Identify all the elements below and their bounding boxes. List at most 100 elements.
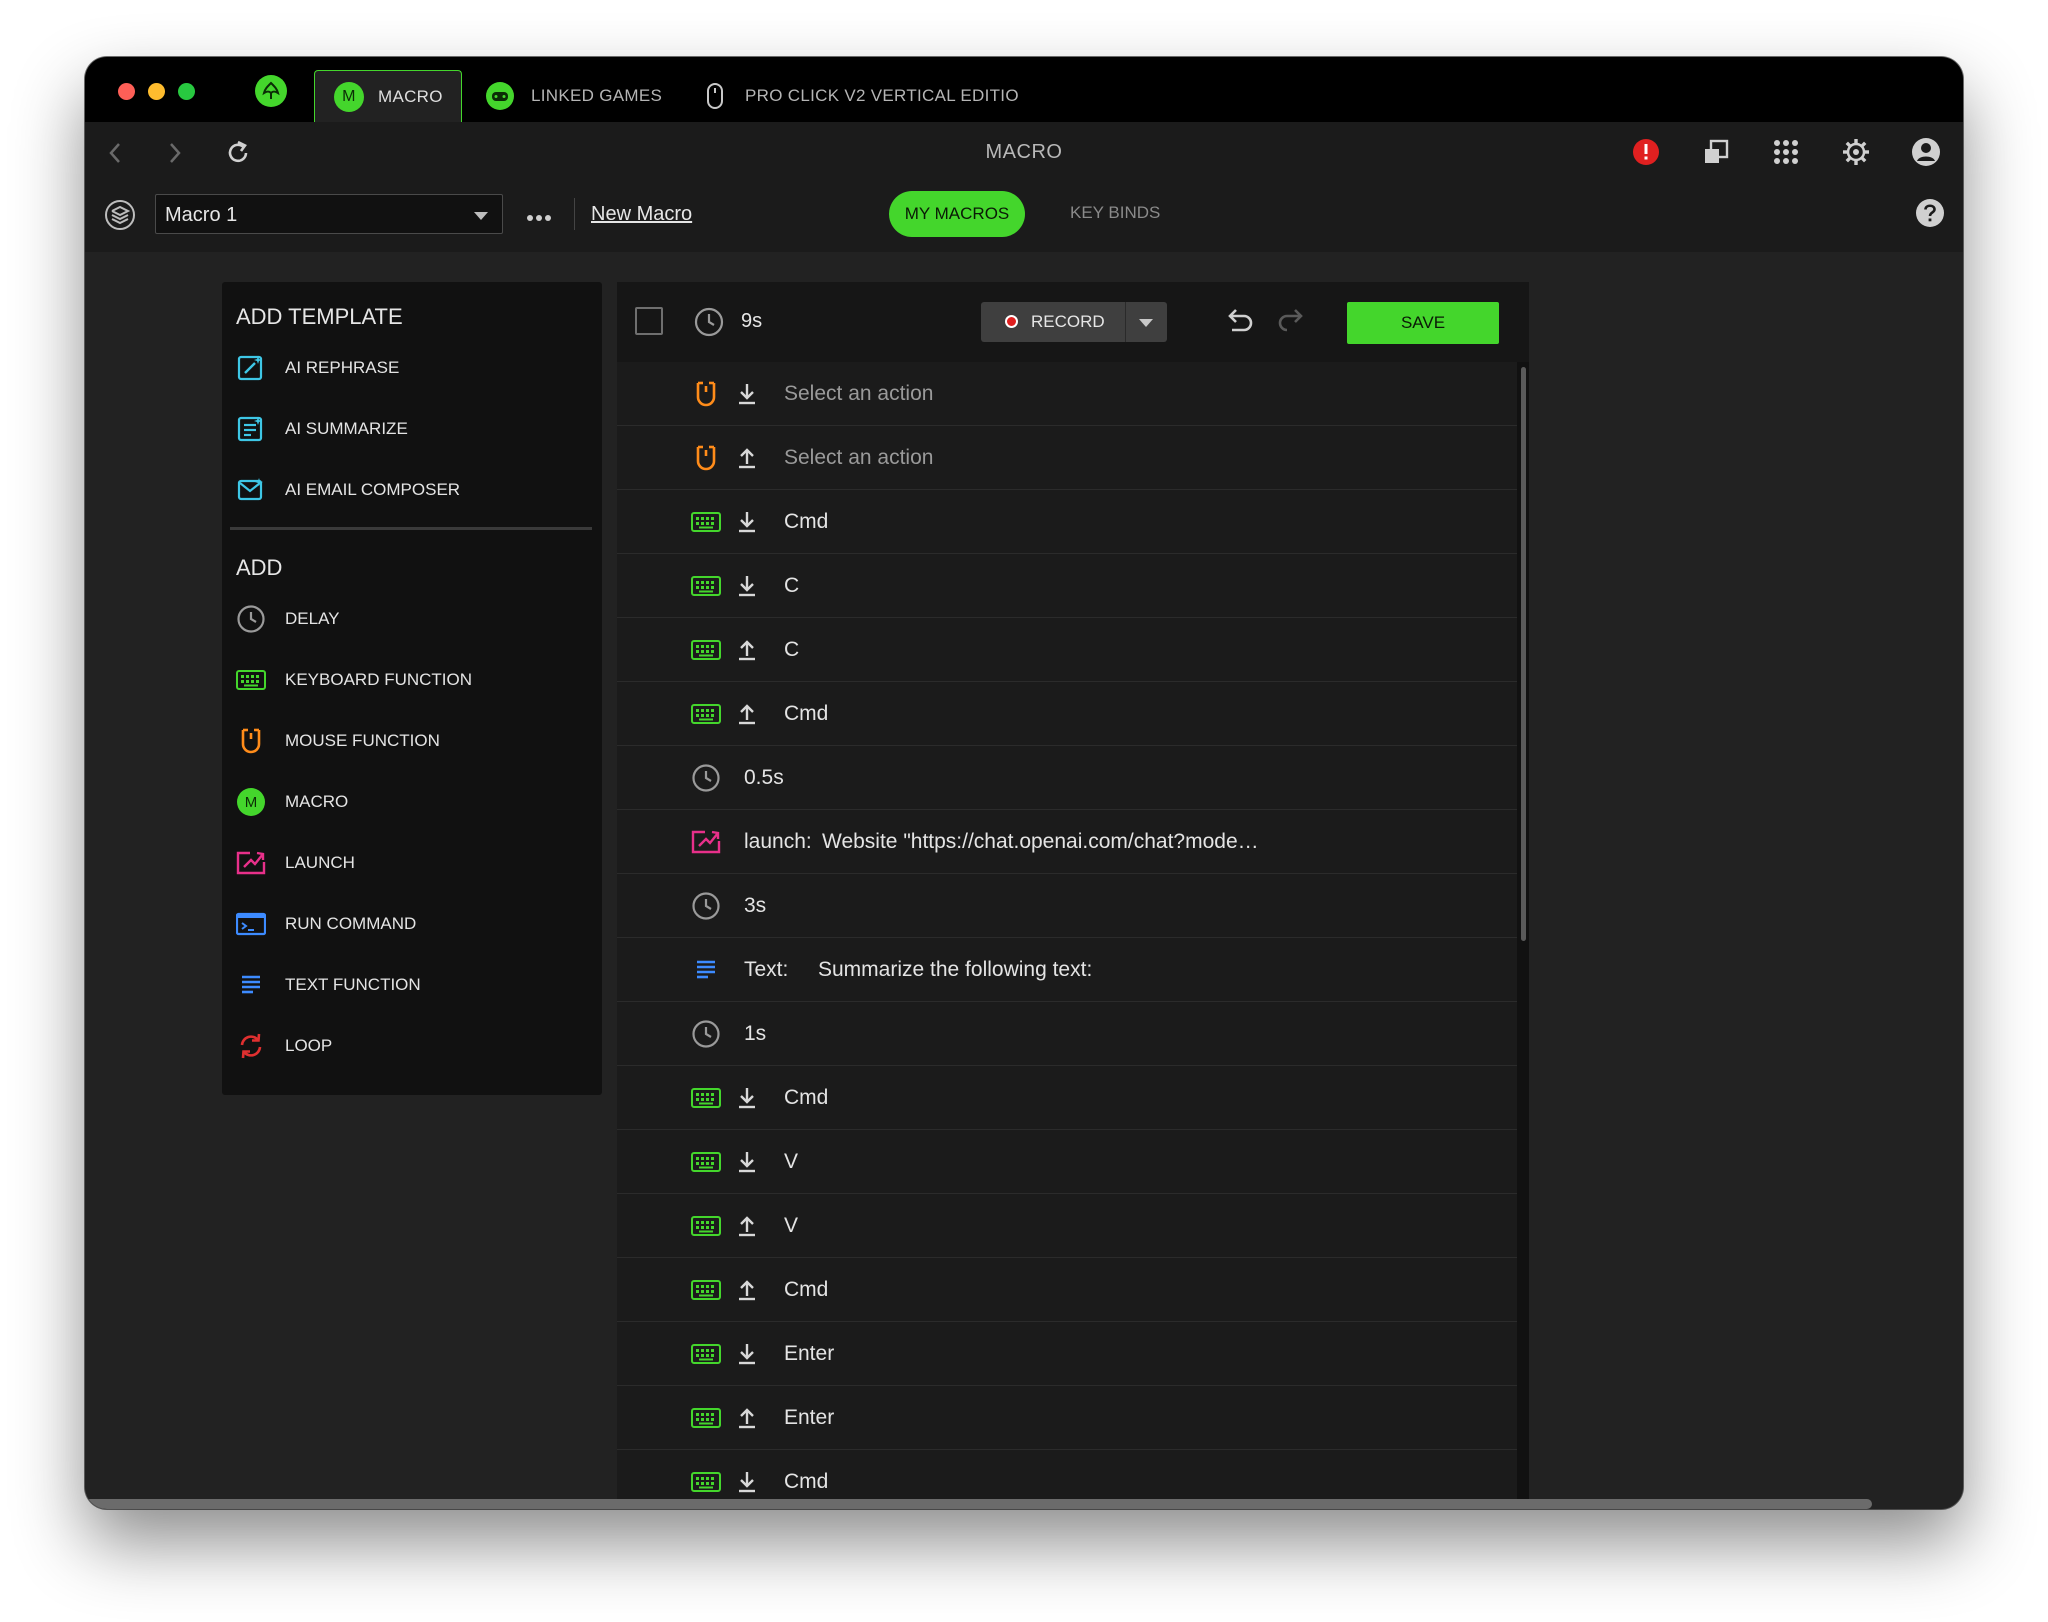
key-up-arrow-icon (737, 638, 757, 667)
add-title: ADD (236, 555, 283, 580)
key-up-arrow-icon (737, 1278, 757, 1307)
tab-linked-games-label: LINKED GAMES (531, 86, 663, 105)
action-row-delay[interactable]: 0.5s (617, 746, 1517, 810)
toolbar-divider (574, 198, 575, 230)
tab-key-binds[interactable]: KEY BINDS (1070, 203, 1160, 223)
action-row-keyboard[interactable]: Enter (617, 1386, 1517, 1450)
help-icon[interactable] (1915, 198, 1945, 233)
action-row-keyboard[interactable]: Cmd (617, 490, 1517, 554)
redo-icon[interactable] (1277, 304, 1309, 343)
keyboard-icon (691, 699, 721, 729)
clock-icon (691, 1019, 721, 1049)
action-value: Cmd (784, 1278, 829, 1301)
ai-email-icon (236, 475, 266, 505)
action-value: V (784, 1214, 799, 1237)
avatar-icon[interactable] (1911, 137, 1941, 172)
action-row-keyboard[interactable]: C (617, 554, 1517, 618)
action-row-keyboard[interactable]: Cmd (617, 1258, 1517, 1322)
zoom-window-button[interactable] (178, 83, 195, 100)
add-item-label: KEYBOARD FUNCTION (285, 670, 473, 689)
select-all-checkbox[interactable] (635, 307, 663, 335)
undo-icon[interactable] (1222, 304, 1254, 343)
tab-device[interactable]: PRO CLICK V2 VERTICAL EDITIO (705, 70, 1105, 122)
keyboard-icon (691, 1467, 721, 1497)
add-launch[interactable]: LAUNCH (236, 843, 355, 883)
save-button[interactable]: SAVE (1347, 302, 1499, 344)
new-macro-link[interactable]: New Macro (591, 203, 692, 226)
action-row-keyboard[interactable]: Cmd (617, 682, 1517, 746)
macro-select-value: Macro 1 (165, 204, 238, 226)
apps-grid-icon[interactable] (1773, 139, 1799, 170)
action-row-keyboard[interactable]: Cmd (617, 1066, 1517, 1130)
action-row-delay[interactable]: 3s (617, 874, 1517, 938)
add-macro[interactable]: M MACRO (236, 782, 348, 822)
tab-fade (1055, 70, 1105, 122)
add-run-command[interactable]: RUN COMMAND (236, 904, 416, 944)
forward-icon[interactable] (167, 141, 183, 170)
tab-linked-games[interactable]: LINKED GAMES (485, 70, 662, 122)
add-keyboard-function[interactable]: KEYBOARD FUNCTION (236, 660, 472, 700)
mouse-icon (691, 379, 721, 409)
action-type-label: launch: (744, 830, 812, 853)
add-loop[interactable]: LOOP (236, 1026, 332, 1066)
action-row-text[interactable]: Text: Summarize the following text: (617, 938, 1517, 1002)
action-value: Cmd (784, 1086, 829, 1109)
add-delay[interactable]: DELAY (236, 599, 340, 639)
text-icon (236, 970, 266, 1000)
action-select-placeholder[interactable]: Select an action (784, 446, 933, 470)
content-area: ADD TEMPLATE AI REPHRASE AI SUMMARIZE AI… (85, 252, 1963, 1509)
clock-icon (691, 763, 721, 793)
record-options-chevron-icon[interactable] (1139, 319, 1153, 327)
tab-macro[interactable]: M MACRO (314, 70, 462, 123)
action-value: Cmd (784, 510, 829, 533)
action-row-keyboard[interactable]: V (617, 1194, 1517, 1258)
macro-select[interactable]: Macro 1 (155, 194, 503, 234)
clock-icon (691, 891, 721, 921)
horizontal-scrollbar[interactable] (85, 1499, 1872, 1509)
record-dot-icon (1005, 315, 1018, 328)
back-icon[interactable] (107, 141, 123, 170)
mouse-icon (691, 443, 721, 473)
template-ai-rephrase[interactable]: AI REPHRASE (236, 348, 399, 388)
add-mouse-function[interactable]: MOUSE FUNCTION (236, 721, 440, 761)
action-value: Enter (784, 1342, 835, 1365)
minimize-window-button[interactable] (148, 83, 165, 100)
profile-layers-icon[interactable] (104, 199, 136, 236)
record-button[interactable]: RECORD (981, 302, 1167, 342)
template-ai-summarize[interactable]: AI SUMMARIZE (236, 409, 408, 449)
gear-icon[interactable] (1842, 138, 1870, 171)
template-ai-email-composer[interactable]: AI EMAIL COMPOSER (236, 470, 460, 510)
alert-icon[interactable] (1631, 137, 1661, 172)
tab-my-macros[interactable]: MY MACROS (889, 191, 1025, 237)
launch-icon (691, 827, 721, 857)
action-row-delay[interactable]: 1s (617, 1002, 1517, 1066)
key-down-arrow-icon (737, 1150, 757, 1179)
add-template-title: ADD TEMPLATE (236, 304, 403, 329)
mouse-icon (705, 82, 725, 110)
keyboard-icon (691, 1275, 721, 1305)
action-row-mouse[interactable]: Select an action (617, 362, 1517, 426)
tab-macro-label: MACRO (378, 87, 443, 106)
razer-logo-icon[interactable] (255, 75, 287, 107)
page-title: MACRO (985, 141, 1063, 163)
add-text-function[interactable]: TEXT FUNCTION (236, 965, 421, 1005)
action-row-launch[interactable]: launch: Website "https://chat.openai.com/… (617, 810, 1517, 874)
refresh-icon[interactable] (224, 139, 252, 172)
action-select-placeholder[interactable]: Select an action (784, 382, 933, 406)
app-window: M MACRO LINKED GAMES PRO CLICK V2 VERTIC… (85, 57, 1963, 1509)
more-options-icon[interactable] (526, 209, 552, 227)
close-window-button[interactable] (118, 83, 135, 100)
m-icon: M (334, 82, 364, 112)
vertical-scrollbar[interactable] (1521, 367, 1526, 941)
ai-summarize-icon (236, 414, 266, 444)
add-item-label: LOOP (285, 1036, 333, 1055)
window-mode-icon[interactable] (1702, 138, 1730, 171)
mouse-icon (236, 726, 266, 756)
add-item-label: DELAY (285, 609, 340, 628)
action-row-mouse[interactable]: Select an action (617, 426, 1517, 490)
action-row-keyboard[interactable]: Enter (617, 1322, 1517, 1386)
keyboard-icon (691, 1147, 721, 1177)
action-row-keyboard[interactable]: V (617, 1130, 1517, 1194)
action-row-keyboard[interactable]: C (617, 618, 1517, 682)
title-bar: M MACRO LINKED GAMES PRO CLICK V2 VERTIC… (85, 57, 1963, 123)
